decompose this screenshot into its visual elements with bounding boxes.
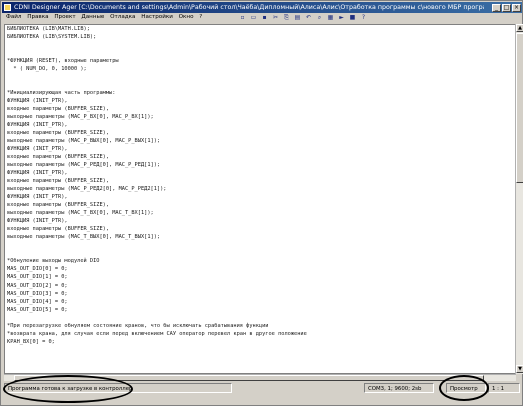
menu-data[interactable]: Данные <box>81 13 104 22</box>
title-bar[interactable]: CDNI Designer Ager [C:\Documents and set… <box>2 2 522 13</box>
code-line: выходные параметры (MAC_P_РЕД[0], MAC_P_… <box>7 162 161 169</box>
highlight-ellipse-mode <box>439 375 489 401</box>
app-icon <box>4 4 11 11</box>
code-line: MAS_OUT_DIO[0] = 0; <box>7 266 68 273</box>
stop-icon[interactable]: ■ <box>349 14 356 21</box>
code-line: ФУНКЦИЯ (INIT_PTR), <box>7 98 68 105</box>
code-line: *При перезагрузке обнуляем состояние кра… <box>7 322 269 329</box>
code-line: *возврата крана, для случая если перед в… <box>7 330 307 337</box>
code-editor[interactable]: БИБЛИОТЕКА (LIB\MATH.LIB); БИБЛИОТЕКА (LI… <box>4 24 516 374</box>
new-icon[interactable]: ▫ <box>239 14 246 21</box>
designer-window: CDNI Designer Ager [C:\Documents and set… <box>0 0 523 406</box>
highlight-ellipse-status <box>3 375 133 403</box>
code-line: КРАН_BX[0] = 0; <box>7 338 55 345</box>
code-line: входные параметры (BUFFER_SIZE), <box>7 226 110 233</box>
code-line: ФУНКЦИЯ (INIT_PTR), <box>7 194 68 201</box>
code-line: входные параметры (BUFFER_SIZE), <box>7 202 110 209</box>
copy-icon[interactable]: ⎘ <box>283 14 290 21</box>
code-line: MAS_OUT_DIO[2] = 0; <box>7 282 68 289</box>
menu-file[interactable]: Файл <box>6 13 21 22</box>
code-line: *Обнуление выходы модулей DIO <box>7 258 100 265</box>
code-line: входные параметры (BUFFER_SIZE), <box>7 178 110 185</box>
menu-edit[interactable]: Правка <box>27 13 48 22</box>
code-line: *Инициализирующая часть программы: <box>7 90 116 97</box>
code-line: входные параметры (BUFFER_SIZE), <box>7 154 110 161</box>
code-line: * ( NUM_DO, 0, 10000 ); <box>7 66 87 73</box>
status-spacer <box>234 383 344 393</box>
code-line: MAS_OUT_DIO[5] = 0; <box>7 306 68 313</box>
find-icon[interactable]: ⌕ <box>316 14 323 21</box>
code-line: выходные параметры (MAC_P_РЕД2[0], MAC_P… <box>7 186 167 193</box>
toolbar: ▫ ▭ ▪ ✂ ⎘ ▤ ↶ ⌕ ▦ ► ■? <box>239 14 409 22</box>
code-line: БИБЛИОТЕКА (LIB\MATH.LIB); <box>7 26 90 32</box>
code-line: выходные параметры (MAC_T_BX[0], MAC_T_B… <box>7 210 154 217</box>
status-port: COM3, 1; 9600; 2sb <box>364 383 434 393</box>
code-text: БИБЛИОТЕКА (LIB\MATH.LIB); БИБЛИОТЕКА (LI… <box>7 25 507 346</box>
scroll-down-icon[interactable]: ▼ <box>516 365 523 373</box>
open-icon[interactable]: ▭ <box>250 14 257 21</box>
code-line: БИБЛИОТЕКА (LIB\SYSTEM.LIB); <box>7 34 97 41</box>
menu-help[interactable]: ? <box>199 13 202 22</box>
run-icon[interactable]: ► <box>338 14 345 21</box>
code-line: ФУНКЦИЯ (INIT_PTR), <box>7 170 68 177</box>
scroll-up-icon[interactable]: ▲ <box>516 24 523 32</box>
code-line: входные параметры (BUFFER_SIZE), <box>7 130 110 137</box>
help-icon[interactable]: ? <box>360 14 367 21</box>
code-line: MAS_OUT_DIO[4] = 0; <box>7 298 68 305</box>
menu-settings[interactable]: Настройки <box>141 13 173 22</box>
undo-icon[interactable]: ↶ <box>305 14 312 21</box>
menu-window[interactable]: Окно <box>179 13 194 22</box>
maximize-button[interactable]: □ <box>502 4 511 12</box>
window-title: CDNI Designer Ager [C:\Documents and set… <box>14 4 484 11</box>
close-button[interactable]: × <box>512 4 521 12</box>
code-line: выходные параметры (MAC_P_ВЫХ[0], MAC_P_… <box>7 138 161 145</box>
menu-debug[interactable]: Отладка <box>110 13 135 22</box>
code-line: *ФУНКЦИЯ (RESET), входные параметры <box>7 58 119 65</box>
code-line: ФУНКЦИЯ (INIT_PTR), <box>7 122 68 129</box>
code-line: входные параметры (BUFFER_SIZE), <box>7 106 110 113</box>
save-icon[interactable]: ▪ <box>261 14 268 21</box>
vertical-scroll-thumb[interactable] <box>516 33 523 183</box>
code-line: MAS_OUT_DIO[3] = 0; <box>7 290 68 297</box>
compile-icon[interactable]: ▦ <box>327 14 334 21</box>
code-line: ФУНКЦИЯ (INIT_PTR), <box>7 146 68 153</box>
code-line: выходные параметры (MAC_T_ВЫХ[0], MAC_T_… <box>7 234 161 241</box>
vertical-scrollbar[interactable]: ▲ ▼ <box>515 24 523 374</box>
status-position: 1 : 1 <box>488 383 520 393</box>
code-line: ФУНКЦИЯ (INIT_PTR), <box>7 218 68 225</box>
code-line: выходные параметры (MAC_P_BX[0], MAC_P_B… <box>7 114 154 121</box>
menu-project[interactable]: Проект <box>54 13 75 22</box>
cut-icon[interactable]: ✂ <box>272 14 279 21</box>
paste-icon[interactable]: ▤ <box>294 14 301 21</box>
minimize-button[interactable]: _ <box>492 4 501 12</box>
code-line: MAS_OUT_DIO[1] = 0; <box>7 274 68 281</box>
